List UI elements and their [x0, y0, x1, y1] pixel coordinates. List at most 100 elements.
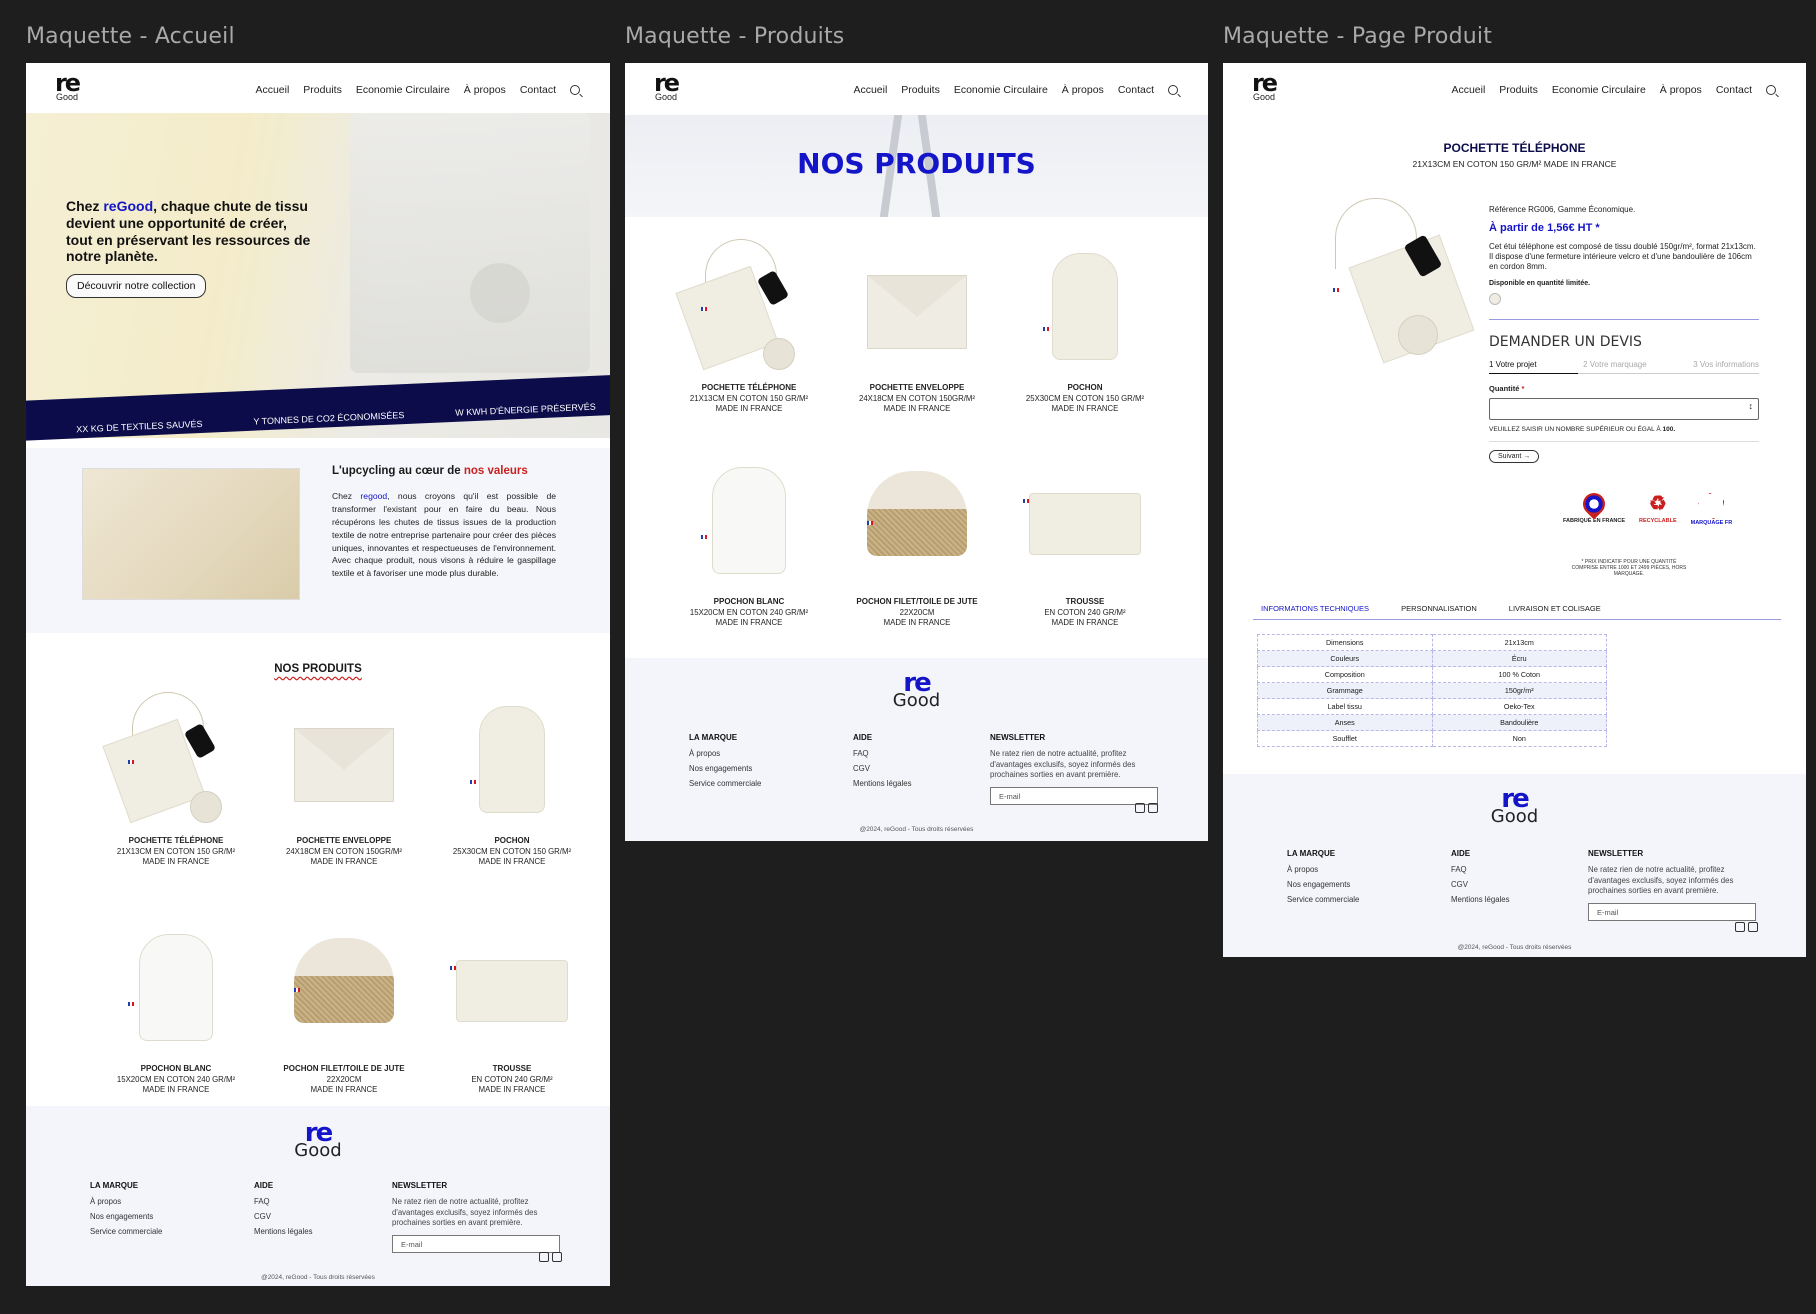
- instagram-icon[interactable]: [1148, 803, 1158, 813]
- footer-link[interactable]: Nos engagements: [689, 764, 761, 773]
- product-card[interactable]: POCHON 25X30CM EN COTON 150 GR/M² MADE IN …: [1001, 235, 1169, 415]
- footer-link[interactable]: Nos engagements: [1287, 880, 1359, 889]
- product-card[interactable]: TROUSSE EN COTON 240 GR/M² MADE IN FRANCE: [428, 916, 596, 1096]
- product-card[interactable]: PPOCHON BLANC 15X20CM EN COTON 240 GR/M² M…: [92, 916, 260, 1096]
- nav-item-produits[interactable]: Produits: [303, 84, 342, 96]
- nav-item-contact[interactable]: Contact: [1716, 84, 1752, 96]
- spec-value: 100 % Coton: [1431, 666, 1607, 683]
- product-origin: MADE IN FRANCE: [478, 857, 546, 867]
- product-card[interactable]: POCHON FILET/TOILE DE JUTE 22X20CM MADE IN…: [833, 449, 1001, 629]
- product-card[interactable]: POCHETTE ENVELOPPE 24X18CM EN COTON 150GR…: [833, 235, 1001, 415]
- spec-row: Couleurs Écru: [1257, 650, 1607, 667]
- badges: FABRIQUÉ EN FRANCE ♻ RECYCLABLE MARQUAGE …: [1563, 488, 1732, 526]
- footer-link[interactable]: À propos: [90, 1197, 162, 1206]
- nav-item-produits[interactable]: Produits: [1499, 84, 1538, 96]
- newsletter-email-input[interactable]: E-mail: [1588, 902, 1756, 921]
- color-swatch[interactable]: [1489, 293, 1501, 305]
- nav-item-accueil[interactable]: Accueil: [255, 84, 289, 96]
- search-icon[interactable]: [1168, 85, 1178, 95]
- footer-link[interactable]: CGV: [1451, 880, 1510, 889]
- footer-logo[interactable]: re Good: [1491, 786, 1538, 826]
- linkedin-icon[interactable]: [1135, 803, 1145, 813]
- tab-technical-info[interactable]: INFORMATIONS TECHNIQUES: [1261, 604, 1369, 613]
- nav-item-accueil[interactable]: Accueil: [853, 84, 887, 96]
- product-card[interactable]: PPOCHON BLANC 15X20CM EN COTON 240 GR/M² M…: [665, 449, 833, 629]
- instagram-icon[interactable]: [1748, 922, 1758, 932]
- product-card[interactable]: POCHETTE TÉLÉPHONE 21X13CM EN COTON 150 G…: [665, 235, 833, 415]
- footer-link[interactable]: FAQ: [1451, 865, 1510, 874]
- footer-col-brand: LA MARQUE À propos Nos engagements Servi…: [1287, 849, 1360, 904]
- quantity-hint: VEUILLEZ SAISIR UN NOMBRE SUPÉRIEUR OU É…: [1489, 426, 1676, 433]
- nav-item-economie[interactable]: Economie Circulaire: [1552, 84, 1646, 96]
- nav-item-apropos[interactable]: À propos: [1660, 84, 1702, 96]
- footer-col-newsletter: NEWSLETTER Ne ratez rien de notre actual…: [1588, 849, 1763, 921]
- spec-row: Label tissu Oeko-Tex: [1257, 698, 1607, 715]
- tab-personalisation[interactable]: PERSONNALISATION: [1401, 604, 1477, 613]
- logo[interactable]: re Good: [651, 71, 681, 102]
- newsletter-email-input[interactable]: E-mail: [990, 786, 1158, 805]
- product-card[interactable]: POCHETTE ENVELOPPE 24X18CM EN COTON 150GR…: [260, 688, 428, 868]
- nav-item-contact[interactable]: Contact: [520, 84, 556, 96]
- products-banner: NOS PRODUITS: [625, 115, 1208, 217]
- spec-label: Dimensions: [1257, 634, 1433, 651]
- footer-link[interactable]: Mentions légales: [853, 779, 912, 788]
- spec-row: Dimensions 21x13cm: [1257, 634, 1607, 651]
- product-origin: MADE IN FRANCE: [142, 1085, 210, 1095]
- footer-link[interactable]: Service commerciale: [90, 1227, 162, 1236]
- footer-link[interactable]: Nos engagements: [90, 1212, 162, 1221]
- footer-logo[interactable]: re Good: [294, 1120, 341, 1160]
- stepper-icon[interactable]: ↕: [1749, 402, 1754, 411]
- footer-link[interactable]: Mentions légales: [254, 1227, 313, 1236]
- footer-link[interactable]: CGV: [853, 764, 912, 773]
- footer-link[interactable]: Service commerciale: [1287, 895, 1359, 904]
- nav-item-produits[interactable]: Produits: [901, 84, 940, 96]
- search-icon[interactable]: [570, 85, 580, 95]
- nav-item-apropos[interactable]: À propos: [464, 84, 506, 96]
- footer-link[interactable]: À propos: [689, 749, 761, 758]
- logo[interactable]: re Good: [1249, 71, 1279, 102]
- next-button[interactable]: Suivant →: [1489, 450, 1540, 463]
- product-card[interactable]: TROUSSE EN COTON 240 GR/M² MADE IN FRANCE: [1001, 449, 1169, 629]
- footer-col-newsletter: NEWSLETTER Ne ratez rien de notre actual…: [990, 733, 1165, 805]
- product-image: [428, 916, 596, 1056]
- spec-row: Grammage 150gr/m²: [1257, 682, 1607, 699]
- home-product-grid: POCHETTE TÉLÉPHONE 21X13CM EN COTON 150 G…: [92, 688, 596, 1096]
- product-card[interactable]: POCHETTE TÉLÉPHONE 21X13CM EN COTON 150 G…: [92, 688, 260, 868]
- footer-col-brand: LA MARQUE À propos Nos engagements Servi…: [689, 733, 762, 788]
- step-project[interactable]: 1 Votre projet: [1489, 360, 1537, 369]
- nav-item-apropos[interactable]: À propos: [1062, 84, 1104, 96]
- footer-link[interactable]: FAQ: [853, 749, 912, 758]
- fabric-image: [82, 468, 300, 600]
- search-icon[interactable]: [1766, 85, 1776, 95]
- frame-title-product-page: Maquette - Page Produit: [1223, 24, 1493, 49]
- spec-label: Soufflet: [1257, 730, 1433, 747]
- product-dimensions: EN COTON 240 GR/M²: [1044, 607, 1126, 617]
- logo[interactable]: re Good: [52, 71, 82, 102]
- footer-link[interactable]: CGV: [254, 1212, 313, 1221]
- tab-delivery[interactable]: LIVRAISON ET COLISAGE: [1509, 604, 1601, 613]
- products-page-title: NOS PRODUITS: [797, 147, 1036, 180]
- product-card[interactable]: POCHON FILET/TOILE DE JUTE 22X20CM MADE IN…: [260, 916, 428, 1096]
- nav-item-accueil[interactable]: Accueil: [1451, 84, 1485, 96]
- quantity-label: Quantité *: [1489, 384, 1525, 393]
- linkedin-icon[interactable]: [539, 1252, 549, 1262]
- footer-link[interactable]: FAQ: [254, 1197, 313, 1206]
- newsletter-email-input[interactable]: E-mail: [392, 1234, 560, 1253]
- footer-logo[interactable]: re Good: [893, 670, 940, 710]
- footer-link[interactable]: Service commerciale: [689, 779, 761, 788]
- footer-link[interactable]: Mentions légales: [1451, 895, 1510, 904]
- nav-item-economie[interactable]: Economie Circulaire: [954, 84, 1048, 96]
- spec-label: Grammage: [1257, 682, 1433, 699]
- product-card[interactable]: POCHON 25X30CM EN COTON 150 GR/M² MADE IN …: [428, 688, 596, 868]
- linkedin-icon[interactable]: [1735, 922, 1745, 932]
- nav-item-economie[interactable]: Economie Circulaire: [356, 84, 450, 96]
- products-frame: re Good Accueil Produits Economie Circula…: [625, 63, 1208, 841]
- discover-collection-button[interactable]: Découvrir notre collection: [66, 274, 207, 298]
- step-informations[interactable]: 3 Vos informations: [1693, 360, 1759, 369]
- quantity-input[interactable]: ↕: [1489, 398, 1759, 420]
- product-dimensions: 25X30CM EN COTON 150 GR/M²: [1025, 393, 1145, 403]
- instagram-icon[interactable]: [552, 1252, 562, 1262]
- nav-item-contact[interactable]: Contact: [1118, 84, 1154, 96]
- footer-link[interactable]: À propos: [1287, 865, 1359, 874]
- step-marquage[interactable]: 2 Votre marquage: [1583, 360, 1647, 369]
